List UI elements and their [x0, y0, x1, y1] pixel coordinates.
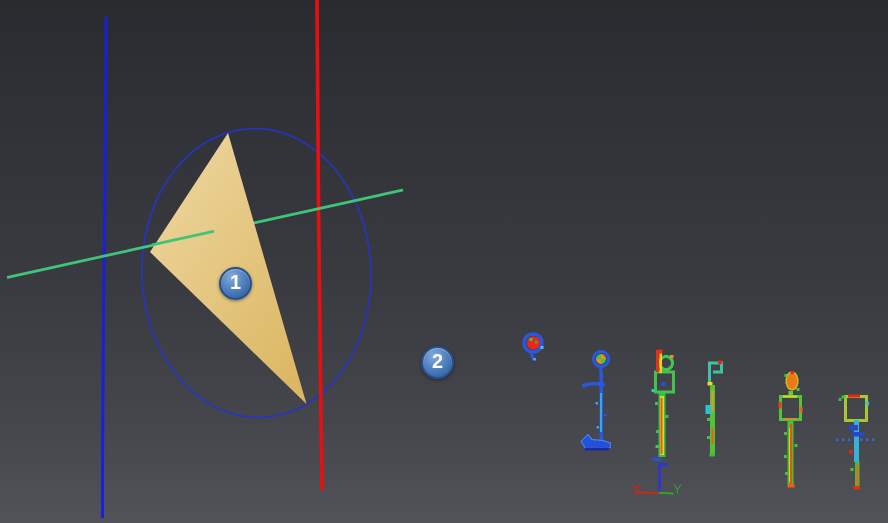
z-axis-line [660, 465, 669, 493]
vertical-line-red[interactable] [317, 0, 322, 490]
point-cloud-figure-blue-mid[interactable] [836, 396, 877, 490]
point-cloud-pole-1[interactable] [652, 350, 674, 462]
vertical-line-blue[interactable] [103, 17, 107, 518]
annotation-badge-2-label: 2 [432, 351, 443, 374]
annotation-badge-1[interactable]: 1 [219, 267, 252, 300]
annotation-badge-2[interactable]: 2 [421, 346, 454, 379]
x-axis-label: X [632, 481, 641, 496]
scene-canvas: X Y [0, 0, 888, 523]
y-axis-label: Y [673, 482, 682, 497]
point-cloud-figure-orange-head[interactable] [779, 371, 803, 488]
axis-indicator: X Y [632, 465, 682, 497]
annotation-badge-1-label: 1 [230, 272, 241, 295]
point-cloud-figure-blue[interactable] [581, 352, 611, 451]
y-axis-line [659, 493, 674, 495]
point-cloud-balloon[interactable] [524, 334, 544, 361]
viewport-3d[interactable]: X Y 1 2 [0, 0, 888, 523]
point-cloud-pole-2[interactable] [706, 361, 723, 457]
